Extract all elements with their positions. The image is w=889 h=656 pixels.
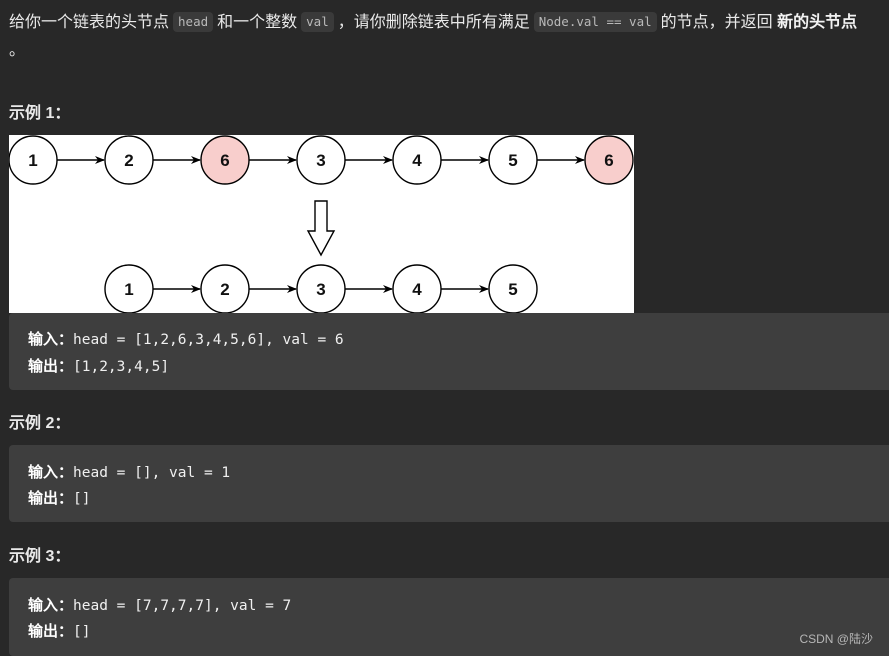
- output-label: 输出：: [28, 489, 74, 507]
- problem-description: 给你一个链表的头节点 head 和一个整数 val ，请你删除链表中所有满足 Node.v…: [9, 9, 889, 59]
- description-text-1: 给你一个链表的头节点: [9, 14, 170, 31]
- description-text-4: 的节点，并返回: [660, 14, 773, 31]
- output-label: 输出：: [28, 357, 74, 375]
- before-node-label: 5: [508, 151, 517, 170]
- example-1-title: 示例 1：: [9, 105, 71, 122]
- after-node-label: 4: [412, 280, 422, 299]
- example-2-title: 示例 2：: [9, 415, 71, 432]
- before-node-label: 1: [28, 151, 37, 170]
- down-arrow-icon: [306, 200, 336, 257]
- example-1-output-line: 输出：[1,2,3,4,5]: [28, 355, 169, 376]
- watermark: CSDN @陆沙: [799, 632, 873, 646]
- example-2-code-block: 输入：head = [], val = 1 输出：[]: [9, 445, 889, 522]
- input-label: 输入：: [28, 463, 74, 481]
- before-node-label: 3: [316, 151, 325, 170]
- before-node-label: 6: [220, 151, 229, 170]
- before-node-label: 2: [124, 151, 133, 170]
- example-2-input: head = [], val = 1: [73, 465, 231, 481]
- description-text-2: 和一个整数: [217, 14, 298, 31]
- example-3-output: []: [73, 624, 91, 640]
- input-label: 输入：: [28, 330, 74, 348]
- output-label: 输出：: [28, 622, 74, 640]
- diagram-canvas: 1 2 6 3 4 5 6 1 2 3 4 5: [9, 135, 634, 313]
- example-1-input-line: 输入：head = [1,2,6,3,4,5,6], val = 6: [28, 328, 344, 349]
- example-3-input: head = [7,7,7,7], val = 7: [73, 598, 292, 614]
- before-node-label: 4: [412, 151, 422, 170]
- description-period: 。: [9, 42, 26, 59]
- after-node-label: 5: [508, 280, 517, 299]
- example-2-input-line: 输入：head = [], val = 1: [28, 461, 230, 482]
- example-2-output: []: [73, 491, 91, 507]
- description-bold-new-head: 新的头节点: [777, 14, 858, 31]
- inline-code-val: val: [301, 12, 334, 32]
- example-3-input-line: 输入：head = [7,7,7,7], val = 7: [28, 594, 291, 615]
- example-1-code-block: 输入：head = [1,2,6,3,4,5,6], val = 6 输出：[1…: [9, 313, 889, 390]
- input-label: 输入：: [28, 596, 74, 614]
- after-node-label: 1: [124, 280, 133, 299]
- after-node-label: 3: [316, 280, 325, 299]
- before-node-label: 6: [604, 151, 613, 170]
- example-3-code-block: 输入：head = [7,7,7,7], val = 7 输出：[]: [9, 578, 889, 656]
- inline-code-condition: Node.val == val: [533, 12, 657, 32]
- example-3-output-line: 输出：[]: [28, 620, 90, 641]
- example-1-input: head = [1,2,6,3,4,5,6], val = 6: [73, 332, 344, 348]
- example-1-output: [1,2,3,4,5]: [73, 359, 170, 375]
- after-node-label: 2: [220, 280, 229, 299]
- example-2-output-line: 输出：[]: [28, 487, 90, 508]
- inline-code-head: head: [173, 12, 214, 32]
- example-3-title: 示例 3：: [9, 548, 71, 565]
- description-text-3: ，请你删除链表中所有满足: [337, 14, 530, 31]
- linked-list-diagram: 1 2 6 3 4 5 6 1 2 3 4 5: [9, 135, 634, 313]
